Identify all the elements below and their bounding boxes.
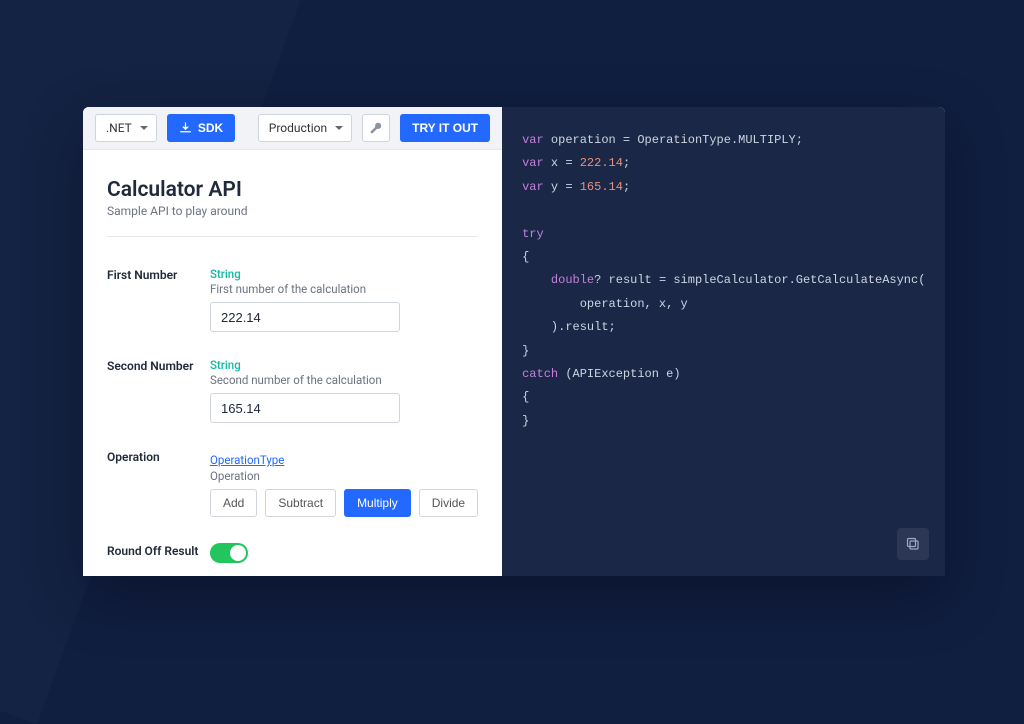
sdk-button[interactable]: SDK — [167, 114, 235, 142]
config-panel: .NET SDK Production TRY IT OUT Calculato… — [83, 107, 502, 576]
op-subtract-button[interactable]: Subtract — [265, 489, 336, 517]
copy-icon — [905, 536, 921, 552]
first-number-input[interactable] — [210, 302, 400, 332]
operation-group: Add Subtract Multiply Divide — [210, 489, 478, 517]
type-tag: String — [210, 267, 478, 281]
field-first-number: First Number String First number of the … — [107, 267, 478, 332]
key-icon — [369, 121, 383, 135]
op-add-button[interactable]: Add — [210, 489, 257, 517]
type-tag: String — [210, 358, 478, 372]
op-multiply-button[interactable]: Multiply — [344, 489, 411, 517]
auth-key-button[interactable] — [362, 114, 390, 142]
round-off-toggle[interactable] — [210, 543, 248, 563]
field-second-number: Second Number String Second number of th… — [107, 358, 478, 423]
second-number-input[interactable] — [210, 393, 400, 423]
op-divide-button[interactable]: Divide — [419, 489, 478, 517]
download-icon — [179, 122, 192, 135]
toolbar: .NET SDK Production TRY IT OUT — [83, 107, 502, 150]
code-panel: var operation = OperationType.MULTIPLY; … — [502, 107, 945, 576]
try-it-out-button[interactable]: TRY IT OUT — [400, 114, 490, 142]
field-operation: Operation OperationType Operation Add Su… — [107, 449, 478, 517]
language-selector[interactable]: .NET — [95, 114, 157, 142]
field-round-off: Round Off Result — [107, 543, 478, 563]
page-title: Calculator API — [107, 178, 478, 202]
page-subtitle: Sample API to play around — [107, 204, 478, 218]
copy-code-button[interactable] — [897, 528, 929, 560]
environment-selector[interactable]: Production — [258, 114, 352, 142]
operation-type-link[interactable]: OperationType — [210, 453, 284, 467]
